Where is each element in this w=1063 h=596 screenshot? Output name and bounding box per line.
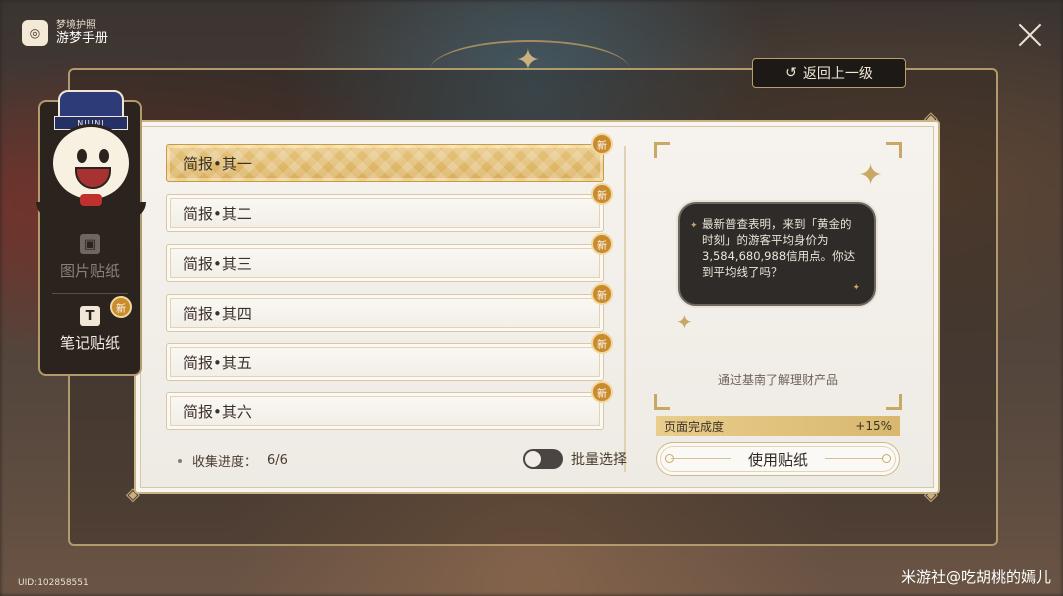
progress-value: 6/6	[267, 453, 288, 468]
mascot-eye	[99, 149, 109, 163]
list-item-label: 简报•其二	[183, 204, 252, 223]
corner-bracket	[886, 142, 902, 158]
sparkle-icon: ✦	[690, 221, 698, 231]
batch-select-toggle[interactable]	[523, 449, 563, 469]
back-arrow-icon: ↺	[785, 65, 797, 81]
ornament-icon	[882, 454, 891, 463]
list-item-label: 简报•其三	[183, 254, 252, 273]
sparkle-icon: ✦	[858, 158, 884, 193]
list-item-label: 简报•其六	[183, 402, 252, 421]
back-button[interactable]: ↺ 返回上一级	[752, 58, 906, 88]
watermark: 米游社@吃胡桃的嫣儿	[900, 568, 1051, 586]
sidebar-item-photo-stickers[interactable]: ▣ 图片贴纸	[38, 234, 142, 281]
batch-select: 批量选择	[523, 449, 627, 469]
progress-label: 收集进度：	[192, 455, 258, 470]
list-item[interactable]: 简报•其五 新	[166, 332, 613, 381]
new-badge: 新	[110, 296, 132, 318]
mascot-face	[50, 124, 132, 202]
list-item-label: 简报•其五	[183, 353, 252, 372]
use-sticker-label: 使用贴纸	[747, 450, 808, 469]
mascot-mouth	[75, 167, 111, 189]
list-item[interactable]: 简报•其三 新	[166, 233, 613, 282]
completion-bar: 页面完成度 +15%	[656, 416, 900, 436]
corner-bracket	[654, 394, 670, 410]
sticker-caption: 通过基南了解理财产品	[717, 373, 838, 387]
app-brand: ◎ 梦境护照 游梦手册	[22, 20, 109, 47]
brand-title: 游梦手册	[56, 30, 109, 46]
mascot-emblem: NIUNI	[36, 90, 146, 220]
completion-value: +15%	[855, 419, 892, 433]
collection-progress: 收集进度： 6/6	[178, 451, 288, 470]
list-item[interactable]: 简报•其四 新	[166, 283, 613, 332]
new-badge: 新	[591, 332, 613, 354]
app-logo-icon: ◎	[22, 20, 48, 47]
back-button-label: 返回上一级	[802, 66, 873, 82]
new-badge: 新	[591, 233, 613, 255]
list-item[interactable]: 简报•其六 新	[166, 381, 613, 430]
list-item-label: 简报•其四	[183, 304, 252, 323]
sparkle-icon: ✦	[852, 283, 860, 293]
toggle-knob	[525, 451, 541, 467]
batch-select-label: 批量选择	[571, 452, 627, 468]
mascot-bow	[80, 194, 102, 206]
sparkle-icon: ✦	[676, 310, 693, 334]
top-star-ornament-icon: ✦	[515, 43, 541, 78]
user-uid: UID:102858551	[18, 578, 89, 588]
sticker-speech-bubble: ✦ 最新普查表明，来到「黄金的时刻」的游客平均身价为3,584,680,988信…	[678, 202, 876, 306]
sidebar-divider	[52, 293, 128, 294]
panel-divider	[624, 146, 626, 472]
sidebar-item-label: 笔记贴纸	[59, 334, 120, 352]
new-badge: 新	[591, 133, 613, 155]
corner-bracket	[886, 394, 902, 410]
new-badge: 新	[591, 183, 613, 205]
corner-bracket	[654, 142, 670, 158]
close-icon[interactable]	[1017, 22, 1043, 48]
list-item[interactable]: 简报•其一 新	[166, 133, 613, 182]
bullet-icon	[178, 458, 182, 463]
new-badge: 新	[591, 381, 613, 403]
brand-subtitle: 梦境护照	[56, 20, 96, 31]
completion-label: 页面完成度	[664, 419, 725, 434]
photo-sticker-icon: ▣	[80, 234, 100, 254]
sticker-text: 最新普查表明，来到「黄金的时刻」的游客平均身价为3,584,680,988信用点…	[702, 217, 856, 279]
ornament-line	[825, 458, 885, 459]
mascot-eye	[77, 149, 87, 163]
list-item[interactable]: 简报•其二 新	[166, 183, 613, 232]
note-sticker-icon: T	[80, 306, 100, 326]
ornament-line	[671, 458, 731, 459]
sidebar-item-label: 图片贴纸	[59, 262, 120, 280]
new-badge: 新	[591, 283, 613, 305]
list-item-label: 简报•其一	[183, 154, 252, 173]
use-sticker-button[interactable]: 使用贴纸	[656, 442, 900, 476]
